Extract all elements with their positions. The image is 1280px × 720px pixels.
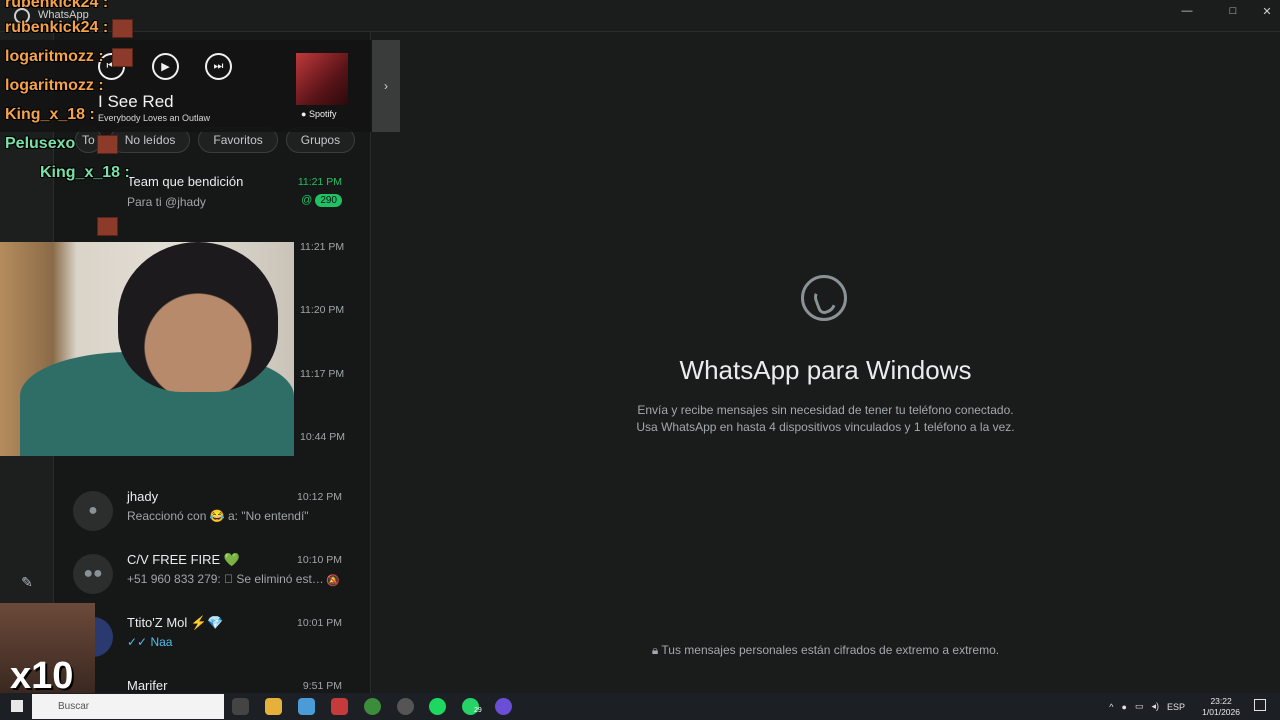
chevron-right-icon[interactable]: › [372, 40, 400, 132]
stream-chat-user: rubenkick24 : [5, 19, 109, 36]
app-icon[interactable] [495, 698, 512, 715]
chevron-up-icon[interactable]: ^ [1109, 702, 1113, 712]
stream-chat-user: rubenkick24 : [5, 0, 109, 11]
unread-badge: 290 [315, 194, 342, 207]
network-icon[interactable]: ▭ [1135, 701, 1144, 712]
chat-name: Ttito'Z Mol ⚡💎 [127, 615, 224, 630]
emote-image [112, 48, 133, 67]
chrome-icon[interactable] [364, 698, 381, 715]
task-view-icon[interactable] [232, 698, 249, 715]
chat-time: 10:10 PM [297, 554, 342, 566]
clock-time: 23:22 [1210, 696, 1232, 706]
webcam-feed [0, 242, 294, 456]
chat-time: 11:21 PM [297, 176, 342, 188]
chat-row-jhady[interactable]: ● jhady Reaccionó con 😂 a: "No entendí" … [54, 479, 370, 542]
mention-icon: @ [301, 194, 313, 206]
encryption-text: Tus mensajes personales están cifrados d… [661, 643, 1000, 657]
welcome-panel: WhatsApp para Windows Envía y recibe men… [371, 32, 1280, 693]
chat-time: 11:20 PM [300, 304, 345, 316]
chat-time: 11:17 PM [300, 368, 345, 380]
chat-time: 10:12 PM [297, 491, 342, 503]
streamer-head [118, 242, 278, 392]
taskbar-search[interactable]: Buscar [32, 694, 224, 719]
volume-icon[interactable]: ◂) [1151, 701, 1159, 712]
group-avatar-icon: ●● [73, 554, 113, 594]
song-title: I See Red [98, 92, 174, 111]
album-cover [296, 53, 348, 105]
system-tray: ^ ● ▭ ◂) ESP [1109, 693, 1185, 720]
chat-preview: Reaccionó con 😂 a: "No entendí" [127, 509, 309, 523]
title-bar: WhatsApp — □ ✕ [0, 0, 1280, 32]
language-indicator[interactable]: ESP [1167, 702, 1185, 712]
emote-image [112, 19, 133, 38]
multiplier-text: x10 [10, 655, 74, 697]
chat-time: 10:01 PM [297, 617, 342, 629]
chat-preview: +51 960 833 279: ⃠ Se eliminó est… [127, 572, 324, 586]
app-icon[interactable] [397, 698, 414, 715]
encryption-note: 🔒︎ Tus mensajes personales están cifrado… [371, 643, 1280, 658]
clock-date: 1/01/2026 [1202, 707, 1240, 717]
description-line: Envía y recibe mensajes sin necesidad de… [637, 403, 1014, 417]
chat-preview: Para ti @jhady [127, 195, 206, 209]
windows-taskbar: Buscar 29 ^ ● ▭ ◂) ESP 23:22 1/01/2026 [0, 693, 1280, 720]
whatsapp-badge: 29 [474, 707, 482, 714]
chat-row-marifer[interactable]: Marifer 9:51 PM [54, 668, 370, 693]
emote-overlay: x10 [0, 603, 95, 697]
next-track-icon[interactable]: ⏭ [205, 53, 232, 80]
welcome-description: Envía y recibe mensajes sin necesidad de… [371, 402, 1280, 436]
chat-row-cv-free-fire[interactable]: ●● C/V FREE FIRE 💚 +51 960 833 279: ⃠ Se… [54, 542, 370, 605]
chat-name: Marifer [127, 678, 168, 693]
stream-chat-user: King_x_18 : [40, 164, 130, 181]
song-artist: Everybody Loves an Outlaw [98, 113, 211, 123]
muted-bell-icon: 🔕 [326, 575, 340, 587]
chat-row-ttitoz[interactable]: Ttito'Z Mol ⚡💎 ✓✓ Naa 10:01 PM [54, 605, 370, 668]
app-icon[interactable] [298, 698, 315, 715]
chat-name: Team que bendición [127, 174, 244, 189]
chat-time: 10:44 PM [300, 431, 345, 443]
whatsapp-logo-icon [801, 275, 847, 321]
file-explorer-icon[interactable] [265, 698, 282, 715]
minimize-button[interactable]: — [1164, 0, 1210, 22]
play-icon[interactable]: ▶ [152, 53, 179, 80]
stream-chat-user: Pelusexo [5, 135, 76, 152]
person-avatar-icon: ● [73, 491, 113, 531]
emote-image [97, 217, 118, 236]
settings-edit-icon[interactable]: ✎ [17, 572, 37, 592]
description-line: Usa WhatsApp en hasta 4 dispositivos vin… [636, 420, 1015, 434]
spotify-icon: ● [301, 109, 309, 119]
stream-chat-user: King_x_18 : [5, 106, 95, 123]
welcome-heading: WhatsApp para Windows [679, 355, 972, 385]
app-icon[interactable] [331, 698, 348, 715]
chat-time: 9:51 PM [302, 680, 342, 692]
microphone-icon[interactable]: ● [1122, 702, 1127, 712]
chat-time: 11:21 PM [300, 241, 345, 253]
chat-preview: ✓✓ Naa [127, 635, 173, 649]
spotify-taskbar-icon[interactable] [429, 698, 446, 715]
taskbar-clock[interactable]: 23:22 1/01/2026 [1202, 696, 1240, 718]
unread-indicator: @ 290 [301, 194, 342, 207]
close-button[interactable]: ✕ [1244, 0, 1280, 22]
stream-chat-user: logaritmozz : [5, 48, 104, 65]
lock-icon: 🔒︎ [651, 643, 662, 657]
stream-chat-user: logaritmozz : [5, 77, 104, 94]
emote-image [97, 135, 118, 154]
chat-name: C/V FREE FIRE 💚 [127, 552, 240, 567]
spotify-label: ● Spotify [301, 109, 337, 119]
chat-name: jhady [127, 489, 159, 504]
windows-start-icon[interactable] [11, 700, 23, 712]
notification-icon[interactable] [1254, 699, 1266, 711]
